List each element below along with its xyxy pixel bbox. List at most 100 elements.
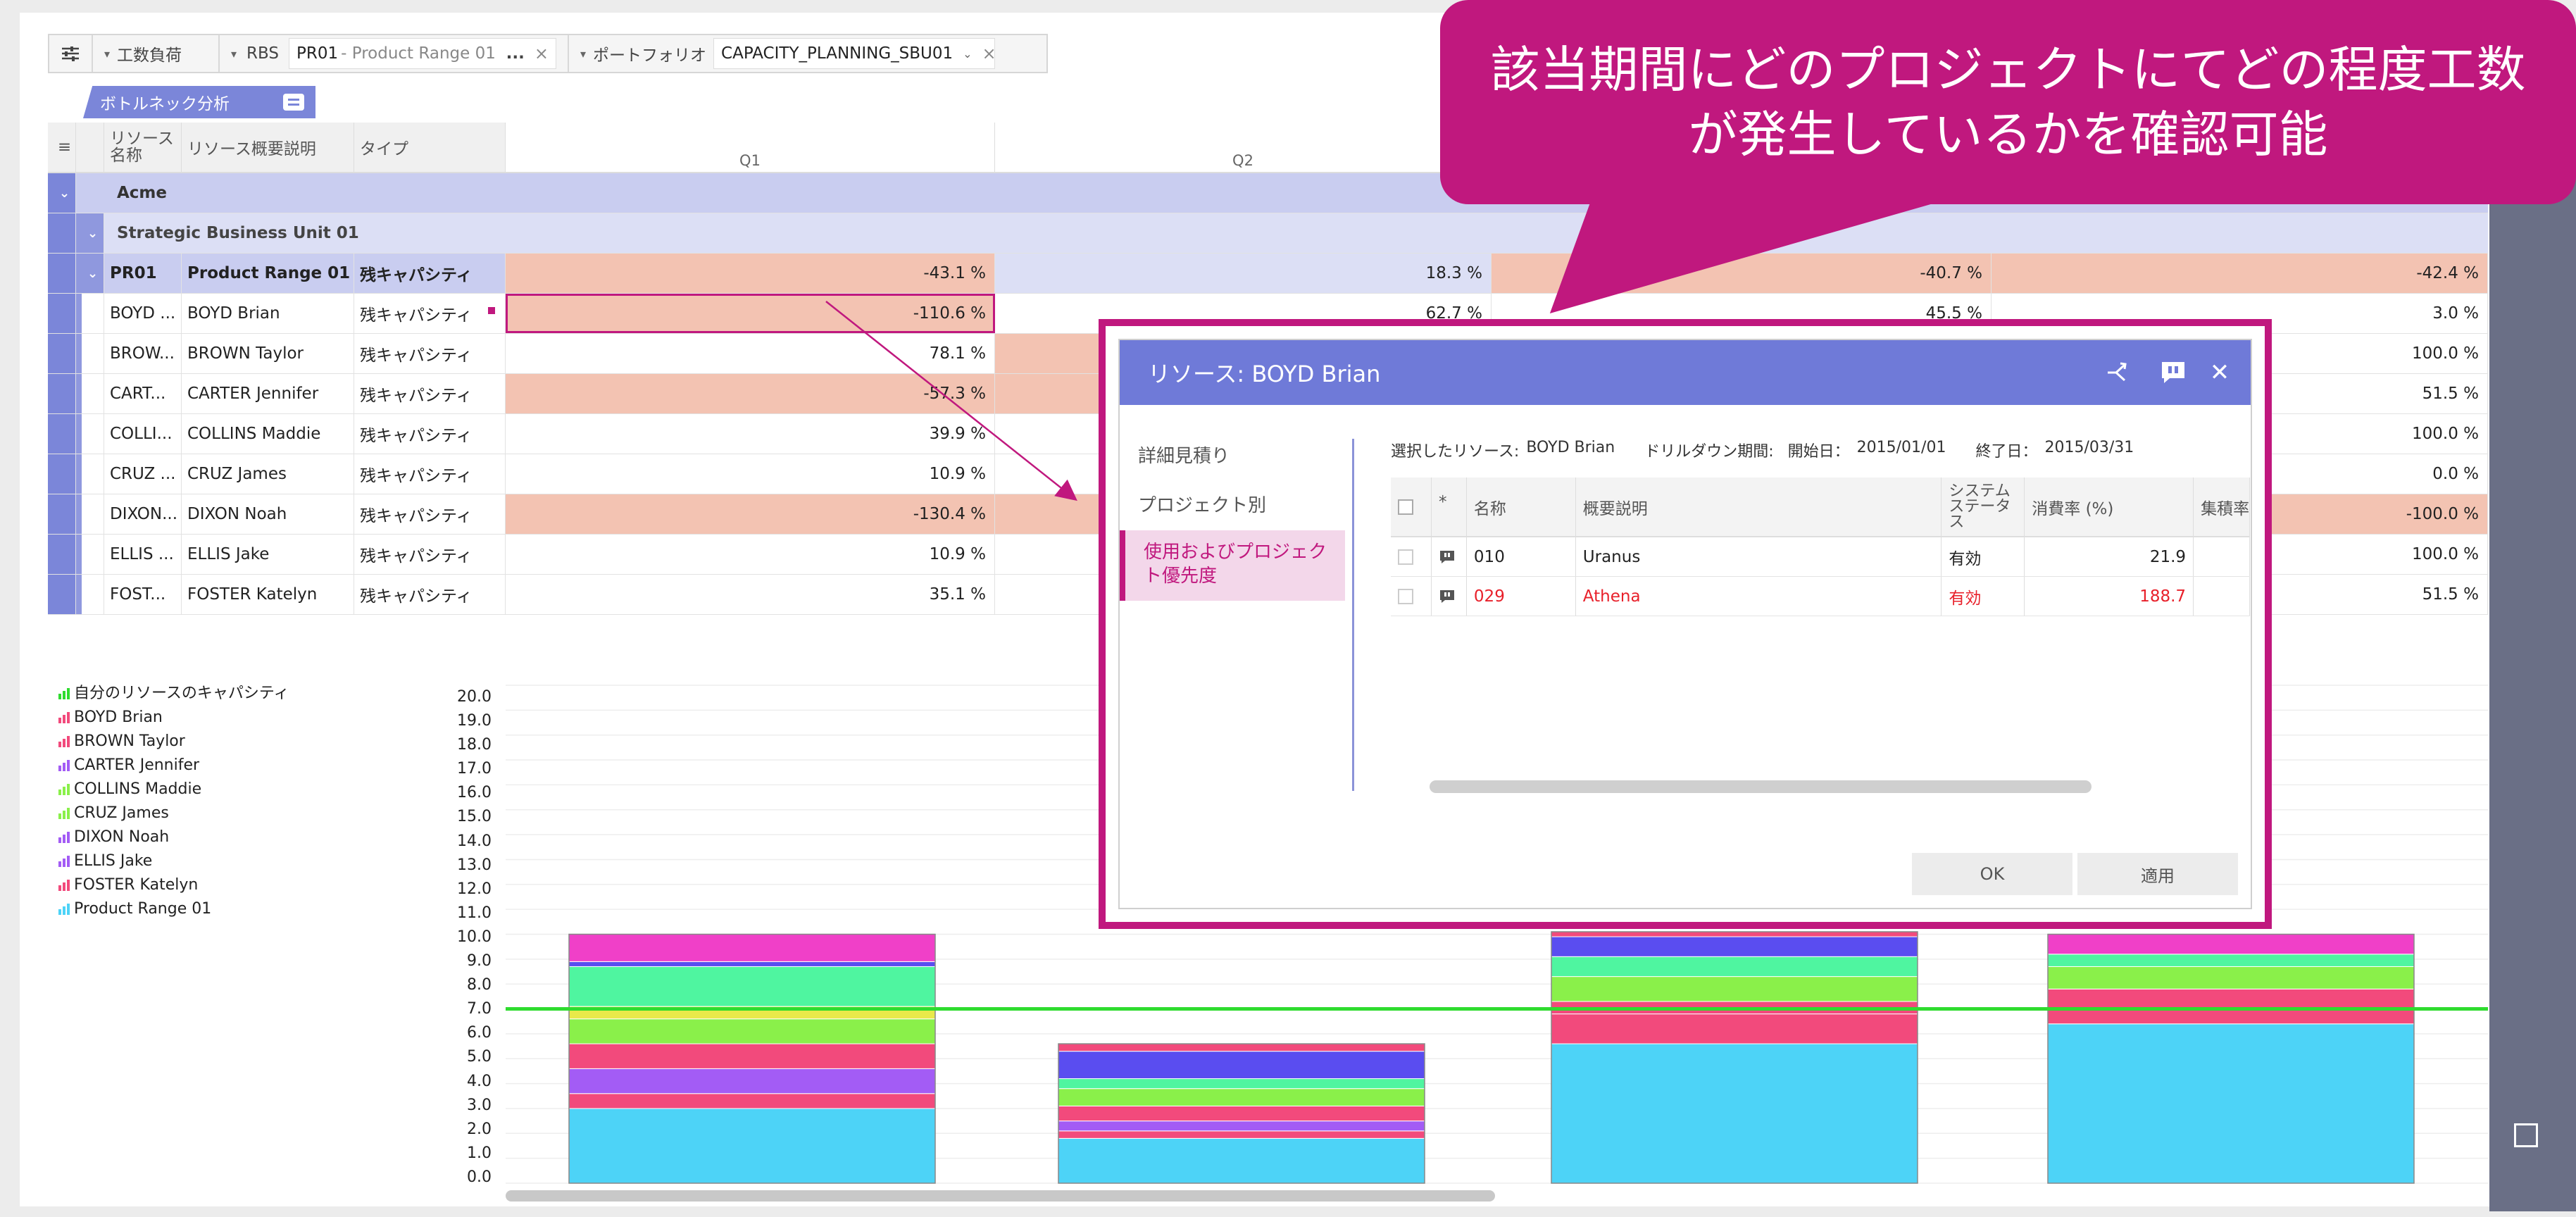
- table-row[interactable]: ELLIS ... ELLIS Jake 残キャパシティ: [48, 535, 506, 575]
- consumption-rate: 21.9: [2025, 537, 2194, 576]
- bar-segment-q4[interactable]: [2047, 934, 2415, 955]
- select-all-checkbox[interactable]: [1398, 499, 1413, 515]
- bar-segment-q1[interactable]: [568, 961, 936, 967]
- project-status: 有効: [1942, 577, 2025, 616]
- y-tick-label: 1.0: [467, 1144, 492, 1162]
- start-date-label: 開始日：: [1787, 443, 1850, 461]
- bar-segment-q1[interactable]: [568, 966, 936, 1007]
- comment-icon[interactable]: [1439, 589, 1456, 604]
- y-tick-label: 14.0: [457, 832, 492, 850]
- bar-segment-q2[interactable]: [1058, 1088, 1425, 1106]
- bar-segment-q2[interactable]: [1058, 1043, 1425, 1052]
- horizontal-scrollbar[interactable]: [506, 1190, 1495, 1202]
- bar-segment-q2[interactable]: [1058, 1078, 1425, 1090]
- pointer-arrow: [488, 301, 1077, 501]
- nav-detail-estimate[interactable]: 詳細見積り: [1120, 432, 1345, 481]
- value-cell[interactable]: 10.9 %: [506, 535, 995, 574]
- bar-segment-q2[interactable]: [1058, 1130, 1425, 1139]
- y-tick-label: 5.0: [467, 1048, 492, 1066]
- legend-item[interactable]: DIXON Noah: [58, 825, 289, 849]
- bar-segment-q4[interactable]: [2047, 988, 2415, 1025]
- legend-item[interactable]: 自分のリソースのキャパシティ: [58, 682, 289, 706]
- col-description[interactable]: 概要説明: [1576, 478, 1942, 536]
- expand-icon[interactable]: [2514, 1123, 2538, 1147]
- y-tick-label: 18.0: [457, 736, 492, 754]
- value-cell[interactable]: -42.4 %: [1992, 254, 2488, 293]
- resource-name: FOSTER Katelyn: [182, 575, 354, 614]
- legend-item[interactable]: Product Range 01: [58, 897, 289, 921]
- table-row[interactable]: FOST... FOSTER Katelyn 残キャパシティ: [48, 575, 506, 615]
- y-tick-label: 12.0: [457, 880, 492, 898]
- dialog-divider: [1352, 439, 1354, 791]
- legend-item[interactable]: BOYD Brian: [58, 706, 289, 730]
- legend-item[interactable]: FOSTER Katelyn: [58, 873, 289, 897]
- bar-segment-q3[interactable]: [1551, 931, 1918, 937]
- nav-by-project[interactable]: プロジェクト別: [1120, 481, 1345, 530]
- y-tick-label: 11.0: [457, 904, 492, 922]
- row-checkbox[interactable]: [1398, 549, 1413, 565]
- row-checkbox[interactable]: [1398, 588, 1413, 604]
- legend-label: Product Range 01: [74, 900, 212, 918]
- table-header: * 名称 概要説明 システムステータス 消費率 (%) 集積率: [1391, 478, 2250, 537]
- comment-icon[interactable]: [1439, 549, 1456, 565]
- bar-segment-q2[interactable]: [1058, 1137, 1425, 1184]
- bar-segment-q1[interactable]: [568, 1093, 936, 1109]
- bar-chart-icon: [58, 808, 71, 819]
- value-cell[interactable]: 35.1 %: [506, 575, 995, 614]
- legend-item[interactable]: CARTER Jennifer: [58, 754, 289, 778]
- bar-segment-q4[interactable]: [2047, 1023, 2415, 1184]
- table-row[interactable]: 029 Athena 有効 188.7: [1391, 577, 2250, 616]
- comment-icon[interactable]: [2159, 358, 2187, 387]
- dialog-horizontal-scrollbar[interactable]: [1430, 780, 2092, 793]
- bar-segment-q4[interactable]: [2047, 954, 2415, 967]
- legend-label: DIXON Noah: [74, 828, 170, 846]
- bar-segment-q3[interactable]: [1551, 976, 1918, 1002]
- col-accumulation-rate[interactable]: 集積率: [2194, 478, 2250, 536]
- project-description: Athena: [1576, 577, 1942, 616]
- col-consumption-rate[interactable]: 消費率 (%): [2025, 478, 2194, 536]
- bar-chart-icon: [58, 688, 71, 699]
- legend-label: CARTER Jennifer: [74, 756, 200, 774]
- col-system-status[interactable]: システムステータス: [1942, 478, 2025, 536]
- dialog-highlight-frame: リソース: BOYD Brian ✕ 詳細見積り プロジェクト別 使用およびプロ…: [1099, 319, 2272, 929]
- bar-segment-q1[interactable]: [568, 1068, 936, 1094]
- bar-segment-q3[interactable]: [1551, 956, 1918, 978]
- legend-item[interactable]: COLLINS Maddie: [58, 778, 289, 801]
- legend-label: COLLINS Maddie: [74, 780, 202, 798]
- bar-segment-q2[interactable]: [1058, 1105, 1425, 1122]
- bar-chart-icon: [58, 832, 71, 843]
- project-id: 029: [1467, 577, 1576, 616]
- bar-segment-q1[interactable]: [568, 1018, 936, 1044]
- bar-segment-q3[interactable]: [1551, 1043, 1918, 1184]
- ok-button[interactable]: OK: [1912, 853, 2072, 895]
- legend-item[interactable]: ELLIS Jake: [58, 849, 289, 873]
- col-name[interactable]: 名称: [1467, 478, 1576, 536]
- apply-button[interactable]: 適用: [2077, 853, 2238, 895]
- dialog-nav: 詳細見積り プロジェクト別 使用およびプロジェクト優先度: [1120, 432, 1345, 601]
- bar-segment-q1[interactable]: [568, 934, 936, 962]
- share-icon[interactable]: [2103, 358, 2131, 387]
- legend-item[interactable]: BROWN Taylor: [58, 730, 289, 754]
- close-icon[interactable]: ✕: [2206, 358, 2234, 387]
- bar-segment-q2[interactable]: [1058, 1051, 1425, 1080]
- y-tick-label: 16.0: [457, 784, 492, 802]
- start-date-value: 2015/01/01: [1856, 439, 1946, 456]
- resource-code: FOST...: [104, 575, 182, 614]
- bar-segment-q4[interactable]: [2047, 966, 2415, 990]
- nav-usage-priority[interactable]: 使用およびプロジェクト優先度: [1120, 530, 1345, 601]
- end-date-label: 終了日：: [1975, 443, 2038, 461]
- table-body: 010 Uranus 有効 21.9 029 Athena 有効 188.7: [1391, 537, 2250, 616]
- y-tick-label: 6.0: [467, 1024, 492, 1042]
- bar-segment-q2[interactable]: [1058, 1121, 1425, 1132]
- bar-segment-q3[interactable]: [1551, 1013, 1918, 1044]
- bar-segment-q3[interactable]: [1551, 936, 1918, 957]
- table-row[interactable]: 010 Uranus 有効 21.9: [1391, 537, 2250, 577]
- legend-item[interactable]: CRUZ James: [58, 801, 289, 825]
- bar-chart-icon: [58, 856, 71, 867]
- bar-segment-q1[interactable]: [568, 1043, 936, 1069]
- drilldown-period-label: ドリルダウン期間:: [1644, 443, 1774, 461]
- sort-marker[interactable]: *: [1432, 478, 1467, 536]
- y-tick-label: 8.0: [467, 976, 492, 994]
- resource-type: 残キャパシティ: [354, 535, 506, 574]
- bar-segment-q1[interactable]: [568, 1108, 936, 1184]
